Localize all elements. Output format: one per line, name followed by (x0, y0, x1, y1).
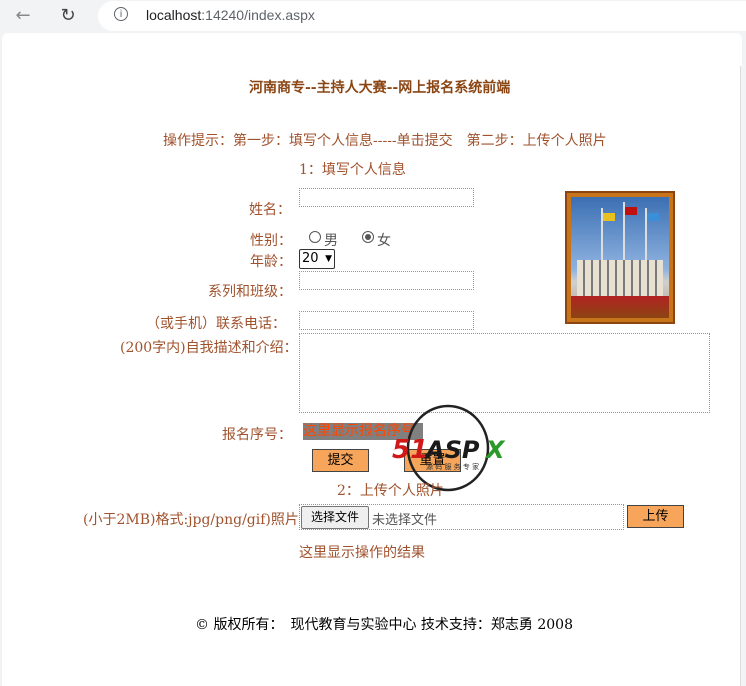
svg-text:X: X (484, 436, 506, 464)
submit-button[interactable]: 提交 (312, 449, 369, 472)
age-select[interactable]: 20 ▼ (299, 249, 335, 269)
browser-toolbar: ← ↻ i localhost:14240/index.aspx (0, 0, 746, 32)
gender-male-radio[interactable] (309, 231, 321, 243)
intro-label: (200字内)自我描述和介绍： (120, 340, 298, 356)
age-label: 年龄： (250, 254, 292, 270)
page-title: 河南商专--主持人大赛--网上报名系统前端 (249, 80, 511, 96)
applicant-photo (565, 191, 675, 324)
name-input[interactable] (299, 188, 474, 207)
result-text: 这里显示操作的结果 (299, 545, 425, 561)
operation-hint: 操作提示：第一步：填写个人信息-----单击提交 第二步：上传个人照片 (163, 133, 607, 149)
regno-label: 报名序号： (222, 427, 292, 443)
name-label: 姓名： (249, 202, 291, 218)
svg-text:ASP: ASP (424, 436, 480, 464)
intro-textarea[interactable] (299, 333, 710, 413)
gender-female-radio[interactable] (362, 231, 374, 243)
chevron-down-icon: ▼ (325, 254, 332, 264)
phone-input[interactable] (299, 311, 474, 330)
svg-text:源 码 服 务 专 家: 源 码 服 务 专 家 (426, 462, 479, 471)
class-label: 系列和班级： (208, 284, 292, 300)
back-arrow-icon[interactable]: ← (12, 5, 34, 27)
phone-label: （或手机）联系电话： (146, 316, 286, 332)
step1-heading: 1：填写个人信息 (299, 162, 406, 178)
gender-male-label: 男 (324, 233, 338, 249)
gender-female-label: 女 (377, 233, 391, 249)
svg-text:51: 51 (392, 435, 428, 465)
upload-label: (小于2MB)格式:jpg/png/gif)照片： (83, 512, 313, 528)
scrollbar[interactable] (740, 66, 746, 686)
class-input[interactable] (299, 271, 474, 290)
step2-heading: 2：上传个人照片 (337, 483, 444, 499)
site-info-icon[interactable]: i (114, 7, 128, 21)
choose-file-button[interactable]: 选择文件 (301, 506, 369, 529)
no-file-text: 未选择文件 (372, 513, 438, 528)
upload-button[interactable]: 上传 (627, 505, 684, 528)
reload-icon[interactable]: ↻ (57, 5, 79, 27)
gender-label: 性别： (250, 233, 292, 249)
url-text: localhost:14240/index.aspx (146, 7, 315, 23)
footer-copyright: © 版权所有： 现代教育与实验中心 技术支持：郑志勇 2008 (195, 617, 573, 633)
